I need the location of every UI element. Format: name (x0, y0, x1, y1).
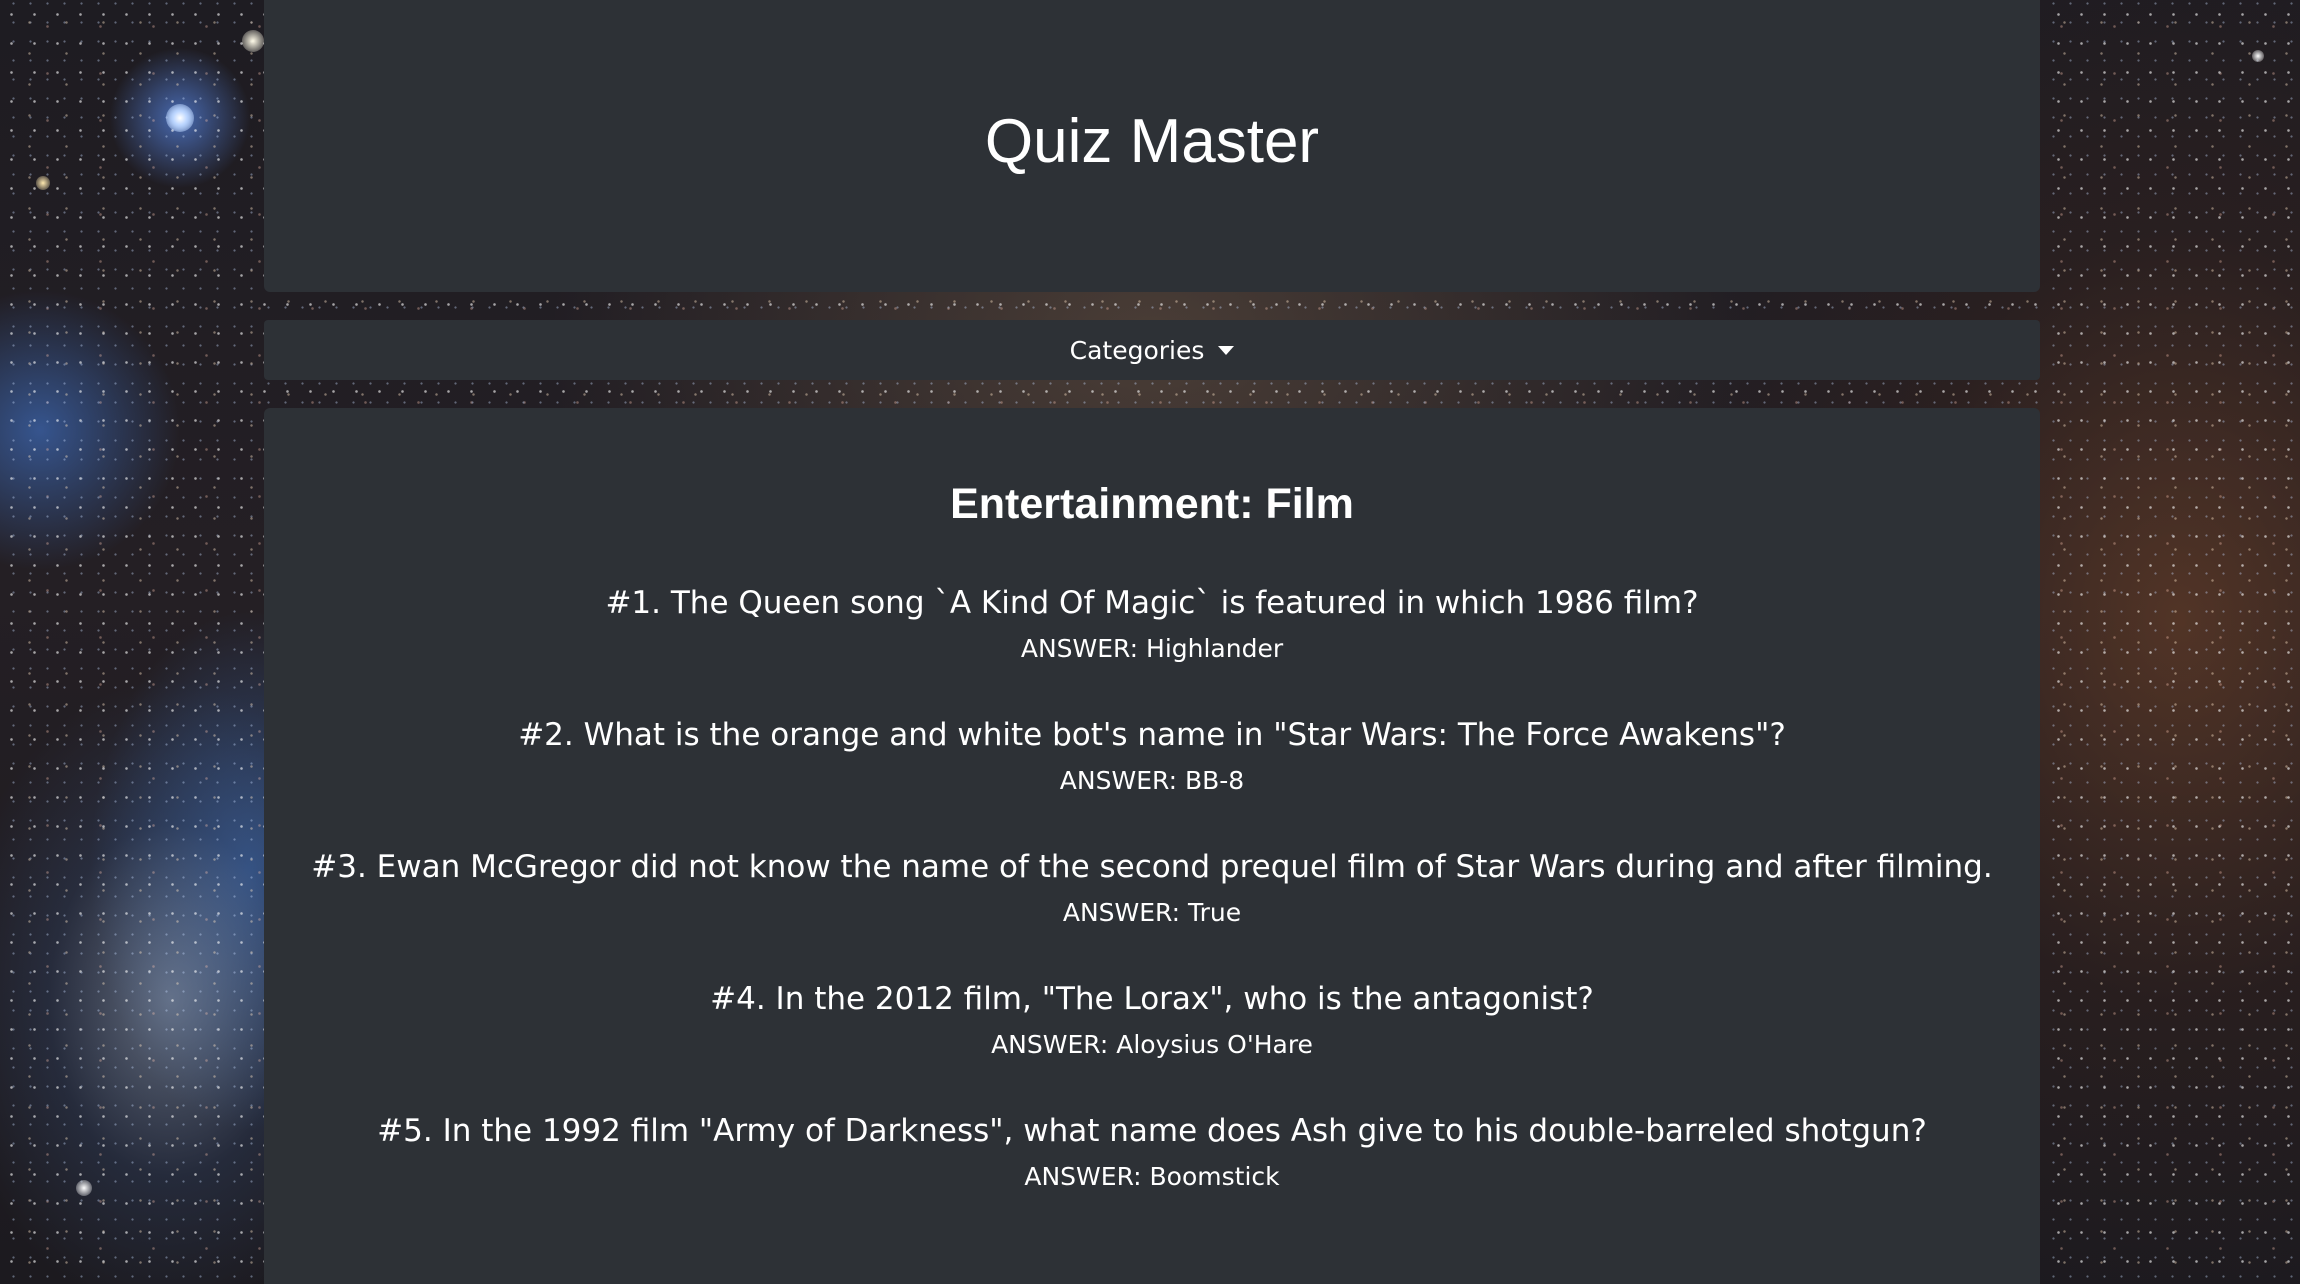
question-item: #5. In the 1992 film "Army of Darkness",… (264, 1103, 2040, 1235)
caret-down-icon (1218, 345, 1235, 355)
question-text: #2. What is the orange and white bot's n… (518, 717, 1786, 753)
question-text: #3. Ewan McGregor did not know the name … (311, 849, 1993, 885)
nav-bar: Categories (264, 320, 2040, 380)
categories-dropdown[interactable]: Categories (264, 320, 2040, 380)
star (242, 30, 264, 52)
header-panel: Quiz Master (264, 0, 2040, 292)
category-title: Entertainment: Film (950, 480, 1354, 528)
answer-text: ANSWER: Aloysius O'Hare (991, 1030, 1313, 1059)
question-list: #1. The Queen song `A Kind Of Magic` is … (264, 575, 2040, 1235)
answer-text: ANSWER: Highlander (1020, 634, 1284, 663)
question-item: #3. Ewan McGregor did not know the name … (264, 839, 2040, 971)
star (36, 176, 50, 190)
categories-label: Categories (1069, 335, 1205, 365)
blue-star (166, 104, 194, 132)
app-title: Quiz Master (984, 107, 1320, 176)
question-text: #1. The Queen song `A Kind Of Magic` is … (605, 585, 1699, 621)
answer-text: ANSWER: BB-8 (1059, 766, 1245, 795)
question-text: #5. In the 1992 film "Army of Darkness",… (377, 1113, 1927, 1149)
star (2252, 50, 2264, 62)
question-item: #2. What is the orange and white bot's n… (264, 707, 2040, 839)
answer-text: ANSWER: Boomstick (1024, 1162, 1280, 1191)
answer-text: ANSWER: True (1062, 898, 1242, 927)
star (76, 1180, 92, 1196)
question-item: #1. The Queen song `A Kind Of Magic` is … (264, 575, 2040, 707)
question-item: #4. In the 2012 film, "The Lorax", who i… (264, 971, 2040, 1103)
question-text: #4. In the 2012 film, "The Lorax", who i… (710, 981, 1594, 1017)
